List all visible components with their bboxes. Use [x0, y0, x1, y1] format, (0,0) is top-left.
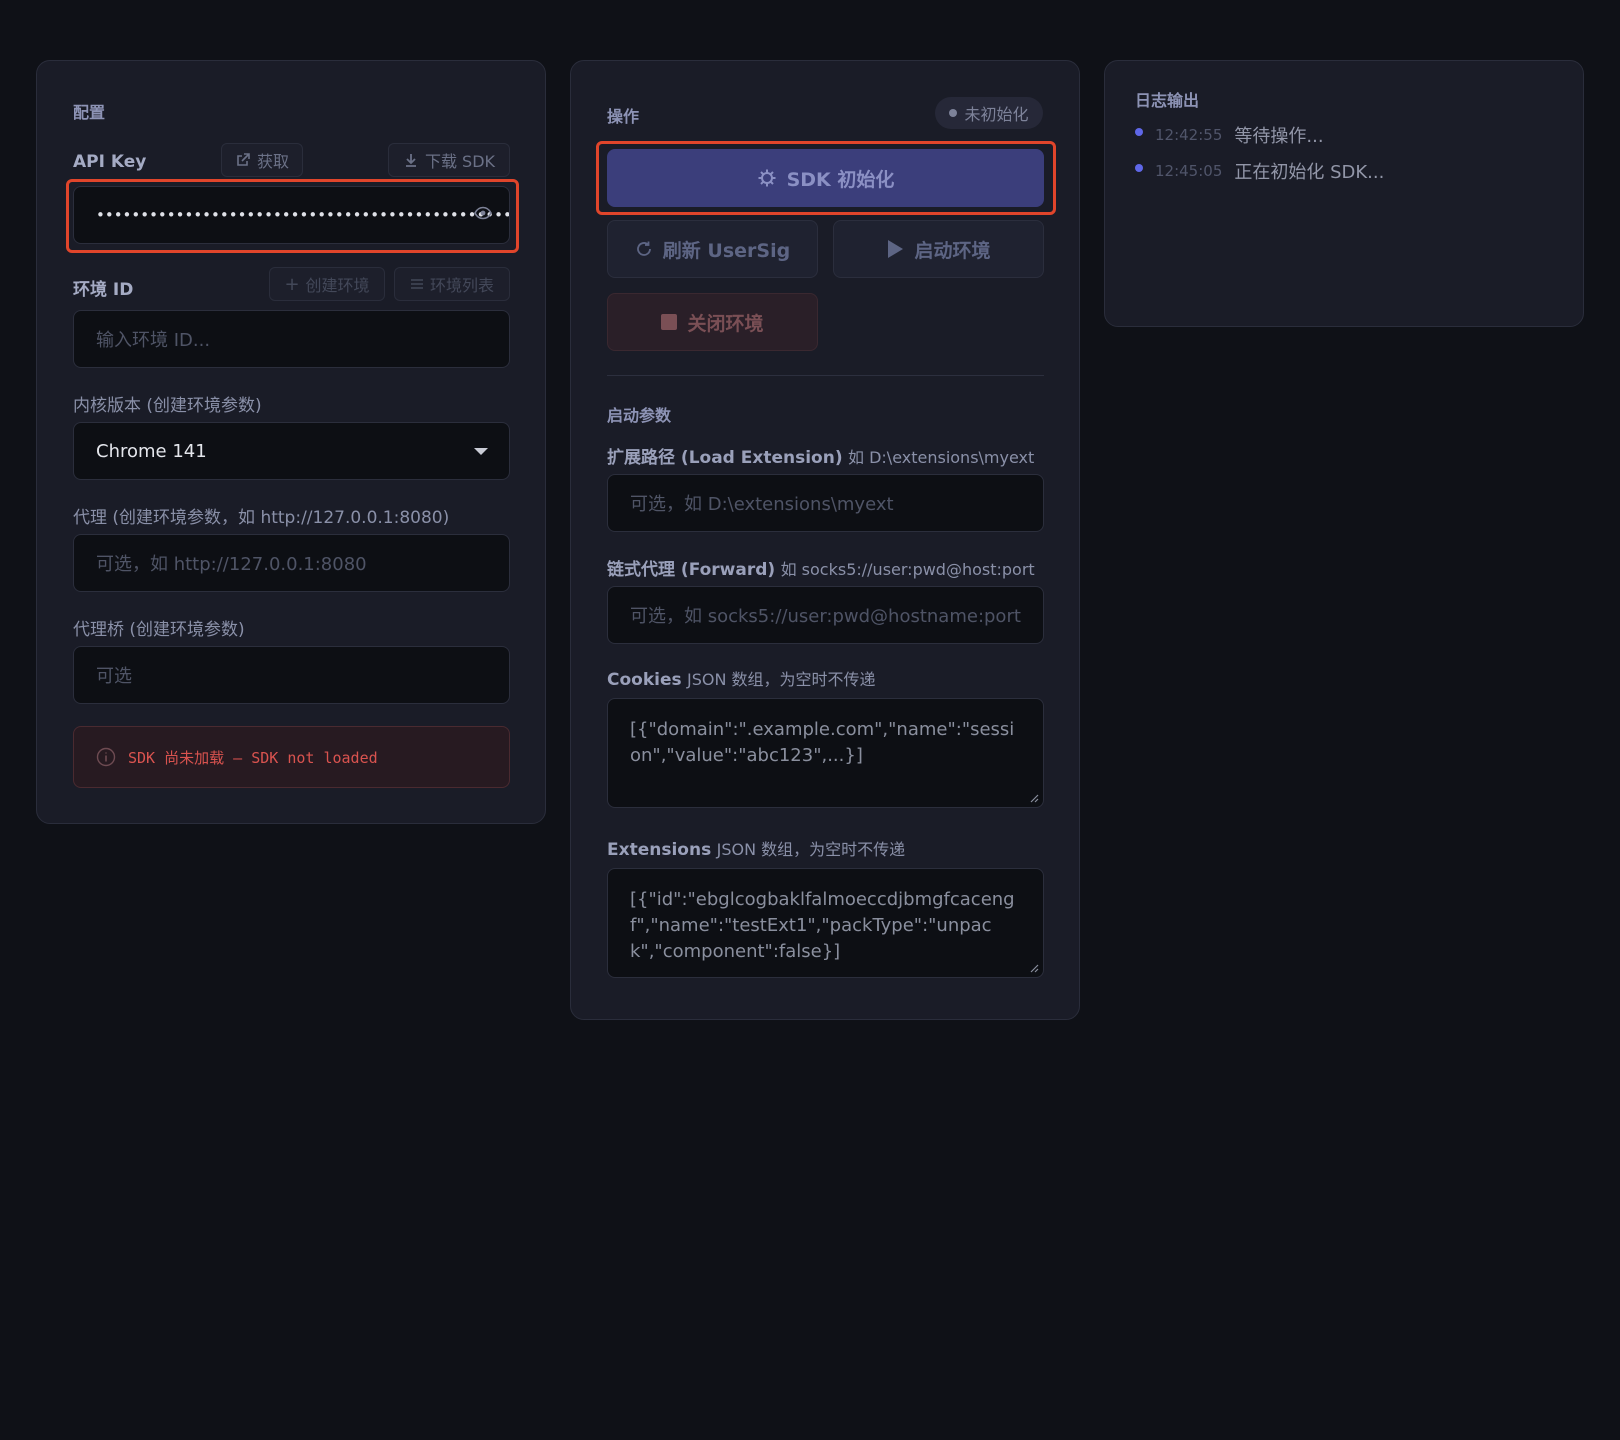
- sdk-init-label: SDK 初始化: [786, 168, 895, 191]
- gear-icon: [758, 169, 776, 187]
- divider: [607, 375, 1044, 376]
- api-key-input[interactable]: ••••••••••••••••••••••••••••••••••••••••…: [73, 186, 510, 244]
- create-env-label: 创建环境: [305, 276, 370, 295]
- forward-proxy-label-main: 链式代理 (Forward): [607, 560, 776, 580]
- forward-proxy-placeholder: 可选，如 socks5://user:pwd@hostname:port: [630, 606, 1021, 627]
- log-list: 12:42:55 等待操作... 12:45:05 正在初始化 SDK...: [1135, 123, 1384, 183]
- chevron-down-icon: [474, 448, 488, 455]
- forward-proxy-label-hint: 如 socks5://user:pwd@host:port: [780, 560, 1035, 579]
- env-list-label: 环境列表: [429, 276, 494, 295]
- log-panel: 日志输出 12:42:55 等待操作... 12:45:05 正在初始化 SDK…: [1104, 60, 1584, 327]
- sdk-status-alert: SDK 尚未加载 — SDK not loaded: [73, 726, 510, 788]
- proxy-label: 代理 (创建环境参数，如 http://127.0.0.1:8080): [73, 508, 450, 528]
- operations-title: 操作: [607, 107, 640, 126]
- get-api-key-button[interactable]: 获取: [221, 143, 303, 177]
- plus-icon: +: [284, 273, 300, 295]
- proxy-input[interactable]: 可选，如 http://127.0.0.1:8080: [73, 534, 510, 592]
- download-sdk-button[interactable]: 下载 SDK: [388, 143, 510, 177]
- proxy-bridge-label: 代理桥 (创建环境参数): [73, 620, 245, 640]
- log-dot-icon: [1135, 164, 1143, 172]
- operations-panel: 操作 未初始化 SDK 初始化 刷新 UserSig 启动环境 关闭环境 启动参…: [570, 60, 1080, 1020]
- get-api-key-label: 获取: [256, 152, 289, 171]
- close-env-button[interactable]: 关闭环境: [607, 293, 818, 351]
- forward-proxy-label: 链式代理 (Forward) 如 socks5://user:pwd@host:…: [607, 555, 1035, 580]
- api-key-label: API Key: [73, 152, 147, 172]
- stop-icon: [661, 314, 678, 330]
- env-id-label: 环境 ID: [73, 280, 134, 300]
- kernel-version-value: Chrome 141: [96, 440, 207, 462]
- log-time: 12:42:55: [1155, 126, 1223, 144]
- log-entry: 12:45:05 正在初始化 SDK...: [1135, 159, 1384, 183]
- extensions-label-hint: JSON 数组，为空时不传递: [716, 840, 906, 859]
- refresh-usersig-label: 刷新 UserSig: [662, 239, 791, 262]
- kernel-version-select[interactable]: Chrome 141: [73, 422, 510, 480]
- sdk-status-text: SDK 尚未加载 — SDK not loaded: [128, 748, 378, 767]
- download-sdk-label: 下载 SDK: [424, 152, 496, 171]
- extension-path-input[interactable]: 可选，如 D:\extensions\myext: [607, 474, 1044, 532]
- start-env-label: 启动环境: [914, 239, 991, 262]
- config-title: 配置: [73, 103, 106, 122]
- kernel-version-label: 内核版本 (创建环境参数): [73, 396, 262, 416]
- proxy-placeholder: 可选，如 http://127.0.0.1:8080: [96, 554, 367, 575]
- forward-proxy-input[interactable]: 可选，如 socks5://user:pwd@hostname:port: [607, 586, 1044, 644]
- external-link-icon: [237, 153, 250, 166]
- cookies-textarea[interactable]: [{"domain":".example.com","name":"sessio…: [607, 698, 1044, 808]
- create-env-button[interactable]: + 创建环境: [269, 267, 385, 301]
- cookies-value: [{"domain":".example.com","name":"sessio…: [630, 719, 1015, 766]
- extension-path-label: 扩展路径 (Load Extension) 如 D:\extensions\my…: [607, 443, 1034, 468]
- eye-icon[interactable]: [474, 206, 492, 220]
- status-badge-text: 未初始化: [964, 105, 1029, 124]
- proxy-bridge-placeholder: 可选: [96, 666, 132, 687]
- cookies-label: Cookies JSON 数组，为空时不传递: [607, 666, 876, 690]
- list-icon: [410, 279, 423, 289]
- extension-path-placeholder: 可选，如 D:\extensions\myext: [630, 494, 894, 515]
- resize-handle-icon[interactable]: [1029, 793, 1039, 803]
- info-icon: [96, 747, 116, 767]
- extension-path-label-main: 扩展路径 (Load Extension): [607, 448, 843, 468]
- extensions-label: Extensions JSON 数组，为空时不传递: [607, 836, 905, 860]
- api-key-value: ••••••••••••••••••••••••••••••••••••••••…: [96, 206, 510, 224]
- cookies-label-hint: JSON 数组，为空时不传递: [687, 670, 876, 689]
- status-dot-icon: [949, 109, 958, 117]
- cookies-label-main: Cookies: [607, 670, 682, 690]
- extensions-label-main: Extensions: [607, 840, 712, 860]
- config-panel: 配置 API Key 获取 下载 SDK •••••••••••••••••••…: [36, 60, 546, 824]
- env-id-placeholder: 输入环境 ID...: [96, 330, 211, 351]
- log-message: 正在初始化 SDK...: [1234, 162, 1385, 183]
- log-message: 等待操作...: [1234, 126, 1324, 147]
- refresh-icon: [636, 241, 651, 256]
- sdk-init-button[interactable]: SDK 初始化: [607, 149, 1044, 207]
- resize-handle-icon[interactable]: [1029, 963, 1039, 973]
- extensions-textarea[interactable]: [{"id":"ebglcogbaklfalmoeccdjbmgfcacengf…: [607, 868, 1044, 978]
- proxy-bridge-input[interactable]: 可选: [73, 646, 510, 704]
- download-icon: [405, 154, 416, 167]
- start-env-button[interactable]: 启动环境: [833, 220, 1044, 278]
- env-list-button[interactable]: 环境列表: [394, 267, 510, 301]
- extension-path-label-hint: 如 D:\extensions\myext: [848, 448, 1035, 467]
- close-env-label: 关闭环境: [687, 312, 764, 335]
- log-dot-icon: [1135, 128, 1143, 136]
- status-badge: 未初始化: [935, 97, 1043, 129]
- launch-params-title: 启动参数: [607, 406, 672, 425]
- play-icon: [888, 240, 904, 258]
- log-entry: 12:42:55 等待操作...: [1135, 123, 1384, 147]
- extensions-value: [{"id":"ebglcogbaklfalmoeccdjbmgfcacengf…: [630, 889, 1015, 962]
- refresh-usersig-button[interactable]: 刷新 UserSig: [607, 220, 818, 278]
- env-id-input[interactable]: 输入环境 ID...: [73, 310, 510, 368]
- log-time: 12:45:05: [1155, 162, 1223, 180]
- log-title: 日志输出: [1135, 91, 1200, 110]
